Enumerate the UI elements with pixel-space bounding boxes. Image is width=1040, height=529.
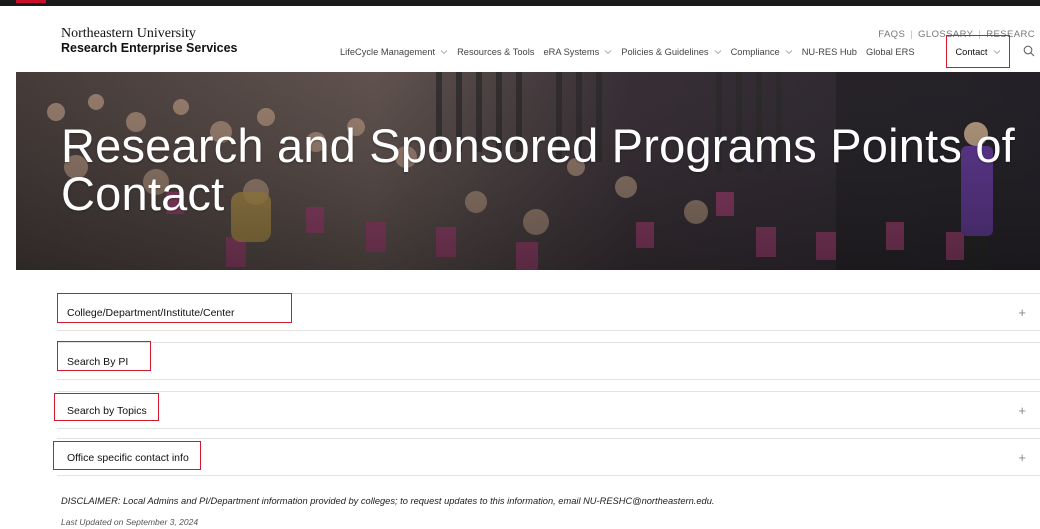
page-title: Research and Sponsored Programs Points o… (61, 119, 1015, 220)
chevron-down-icon (785, 48, 793, 56)
nav-item-label: eRA Systems (543, 47, 600, 57)
nav-item-label: Compliance (730, 47, 780, 57)
nav-item-lifecycle[interactable]: LifeCycle Management (340, 47, 448, 57)
plus-icon[interactable]: + (1018, 450, 1026, 465)
nav-item-global-ers[interactable]: Global ERS (866, 47, 915, 57)
top-bar (0, 0, 1040, 6)
site-logo[interactable]: Northeastern University Research Enterpr… (61, 26, 238, 56)
nav-item-label: Policies & Guidelines (621, 47, 709, 57)
last-updated-text: Last Updated on September 3, 2024 (61, 517, 199, 527)
hero-banner: Research and Sponsored Programs Points o… (16, 72, 1040, 270)
nav-item-label: Resources & Tools (457, 47, 535, 57)
plus-icon[interactable]: + (1018, 305, 1026, 320)
department-name: Research Enterprise Services (61, 41, 238, 55)
search-icon[interactable] (1023, 45, 1035, 57)
nav-item-nu-res-hub[interactable]: NU-RES Hub (802, 47, 857, 57)
chevron-down-icon (714, 48, 722, 56)
accordion-item-search-by-topics[interactable]: Search by Topics + (57, 391, 1040, 429)
top-bar-accent (16, 0, 46, 3)
accordion-item-office-contact[interactable]: Office specific contact info + (57, 438, 1040, 476)
nav-item-policies[interactable]: Policies & Guidelines (621, 47, 721, 57)
highlight-box (57, 293, 292, 323)
chevron-down-icon (604, 48, 612, 56)
nav-item-compliance[interactable]: Compliance (731, 47, 793, 57)
nav-item-label: Contact (955, 46, 988, 57)
plus-icon[interactable]: + (1018, 403, 1026, 418)
disclaimer-text: DISCLAIMER: Local Admins and PI/Departme… (61, 496, 715, 506)
nav-item-era-systems[interactable]: eRA Systems (543, 47, 612, 57)
nav-item-label: LifeCycle Management (340, 47, 436, 57)
chevron-down-icon (993, 48, 1001, 56)
nav-item-resources[interactable]: Resources & Tools (457, 47, 534, 57)
nav-item-label: NU-RES Hub (801, 47, 857, 57)
highlight-box (53, 441, 201, 470)
university-name: Northeastern University (61, 26, 196, 41)
chevron-down-icon (440, 48, 448, 56)
utility-link-faqs[interactable]: FAQS (873, 29, 910, 40)
highlight-box (54, 393, 159, 421)
nav-item-contact[interactable]: Contact (946, 35, 1010, 68)
nav-item-label: Global ERS (865, 47, 915, 57)
highlight-box (57, 341, 151, 371)
accordion-item-search-by-pi[interactable]: Search By PI (57, 342, 1040, 380)
main-nav: LifeCycle Management Resources & Tools e… (340, 35, 1040, 68)
